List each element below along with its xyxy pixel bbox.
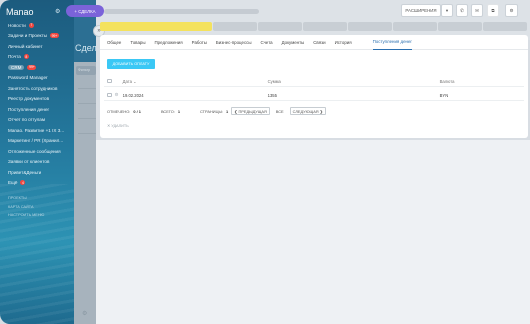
table-row[interactable]: ⚙ 19.02.2024 1355 BYN: [104, 90, 524, 101]
stage-segment[interactable]: [258, 22, 302, 31]
sidebar-item-cabinet[interactable]: Личный кабинет: [8, 41, 72, 52]
all-pages-button[interactable]: ВСЕ: [273, 107, 287, 115]
gear-icon[interactable]: ⚙: [505, 4, 518, 17]
stage-segment[interactable]: [393, 22, 437, 31]
tab-links[interactable]: Связи: [313, 35, 325, 50]
current-page: 1: [225, 108, 229, 114]
tab-quotes[interactable]: Предложения: [155, 35, 183, 50]
sidebar-link-sitemap[interactable]: КАРТА САЙТА: [8, 203, 72, 212]
column-header-currency[interactable]: Валюта: [440, 79, 520, 84]
sidebar-item-hello-money[interactable]: Привет&Деньги: [8, 167, 72, 178]
counter-badge: 7: [28, 22, 34, 28]
tab-general[interactable]: Общее: [107, 35, 121, 50]
cell-sum: 1355: [267, 92, 277, 98]
settings-icon[interactable]: ⚙: [55, 8, 60, 15]
sidebar-item-development[interactable]: Manao. Развитие +1 IX 3...: [8, 125, 72, 136]
sidebar-item-client-requests[interactable]: Заявки от клиентов: [8, 157, 72, 168]
counter-badge: 99+: [27, 64, 37, 70]
gear-icon[interactable]: ⚙: [82, 310, 87, 317]
total-label: ВСЕГО:: [160, 108, 175, 114]
sidebar-item-leave-report[interactable]: Отчет по отгулам: [8, 115, 72, 126]
create-deal-button[interactable]: + СДЕЛКА: [66, 5, 104, 17]
selected-count-label: ОТМЕЧЕНО:: [107, 108, 131, 114]
counter-badge: 4: [20, 180, 26, 186]
add-payment-button[interactable]: ДОБАВИТЬ ОПЛАТУ: [107, 59, 155, 69]
row-menu-icon[interactable]: ⚙: [115, 92, 119, 98]
brand-logo[interactable]: Manao: [6, 7, 34, 17]
deal-stage-bar: [100, 22, 528, 31]
sidebar-item-employment[interactable]: Занятость сотрудников: [8, 83, 72, 94]
selected-count-value: 0 / 1: [133, 108, 141, 114]
column-header-date[interactable]: Дата ⌄: [123, 79, 268, 84]
sidebar-item-news[interactable]: Новости 7: [8, 20, 72, 31]
left-sidebar: Manao ⚙ Новости 7 Задачи и Проекты 99+ Лич…: [0, 0, 74, 324]
prev-page-button[interactable]: ❮ ПРЕДЫДУЩАЯ: [231, 106, 270, 116]
sidebar-item-income[interactable]: Поступления денег: [8, 104, 72, 115]
extensions-button[interactable]: РАСШИРЕНИЯ: [401, 4, 441, 17]
sidebar-item-marketing[interactable]: Маркетинг / PR (Хранил...: [8, 136, 72, 147]
column-header-sum[interactable]: Сумма: [268, 79, 440, 84]
select-all-checkbox[interactable]: [107, 78, 112, 84]
copy-icon[interactable]: ⧉: [487, 4, 499, 17]
sidebar-item-delayed-messages[interactable]: Отложенные сообщения: [8, 146, 72, 157]
row-checkbox[interactable]: [107, 92, 112, 98]
pagination: ОТМЕЧЕНО: 0 / 1 ВСЕГО: 1 СТРАНИЦЫ: 1 ❮ П…: [107, 106, 527, 116]
deal-list-column: Сдел: [74, 0, 97, 324]
sidebar-item-crm[interactable]: CRM 99+: [8, 62, 72, 73]
tab-invoices[interactable]: Счета: [261, 35, 273, 50]
sidebar-item-more[interactable]: Ещё 4: [8, 178, 72, 189]
pages-label: СТРАНИЦЫ:: [199, 108, 223, 114]
stage-segment[interactable]: [438, 22, 482, 31]
counter-badge: 8: [23, 54, 29, 60]
tab-works[interactable]: Работы: [192, 35, 207, 50]
tab-business-processes[interactable]: Бизнес-процессы: [216, 35, 252, 50]
sidebar-secondary-links: ПРОЕКТЫ КАРТА САЙТА НАСТРОИТЬ МЕНЮ: [8, 194, 72, 220]
tab-income[interactable]: Поступления денег: [372, 34, 412, 50]
stage-segment[interactable]: [213, 22, 257, 31]
phone-icon[interactable]: ✆: [456, 4, 468, 17]
tab-history[interactable]: История: [335, 35, 352, 50]
chevron-down-icon[interactable]: ▾: [441, 4, 453, 17]
sidebar-item-documents-registry[interactable]: Реестр документов: [8, 94, 72, 105]
sidebar-item-password-manager[interactable]: Password Manager: [8, 73, 72, 84]
deal-card: Общее Товары Предложения Работы Бизнес-п…: [100, 35, 528, 138]
sidebar-item-mail[interactable]: Почта 8: [8, 52, 72, 63]
tab-documents[interactable]: Документы: [282, 35, 305, 50]
sidebar-item-tasks[interactable]: Задачи и Проекты 99+: [8, 31, 72, 42]
cell-currency: BYN: [439, 92, 449, 98]
counter-badge: 99+: [49, 33, 59, 39]
stage-segment[interactable]: [303, 22, 347, 31]
deal-list-title: Сдел: [75, 43, 97, 53]
table-header: ⚙ Дата ⌄ Сумма Валюта: [104, 76, 524, 87]
deal-tabs: Общее Товары Предложения Работы Бизнес-п…: [100, 35, 528, 50]
deal-title: [104, 9, 259, 14]
content-background: [96, 140, 530, 324]
sidebar-menu: Новости 7 Задачи и Проекты 99+ Личный каби…: [8, 20, 72, 220]
next-page-button[interactable]: СЛЕДУЮЩАЯ ❯: [289, 106, 326, 116]
tab-products[interactable]: Товары: [130, 35, 145, 50]
cell-date: 19.02.2024: [122, 92, 144, 98]
sidebar-link-configure-menu[interactable]: НАСТРОИТЬ МЕНЮ: [8, 211, 72, 220]
deal-filter-input[interactable]: Фильтр: [76, 66, 96, 75]
stage-segment[interactable]: [348, 22, 392, 31]
stage-segment[interactable]: [483, 22, 527, 31]
total-value[interactable]: 1: [178, 109, 180, 114]
delete-button[interactable]: ✕ УДАЛИТЬ: [107, 123, 129, 128]
stage-segment[interactable]: [100, 22, 212, 31]
sidebar-link-projects[interactable]: ПРОЕКТЫ: [8, 194, 72, 203]
mail-icon[interactable]: ✉: [471, 4, 483, 17]
